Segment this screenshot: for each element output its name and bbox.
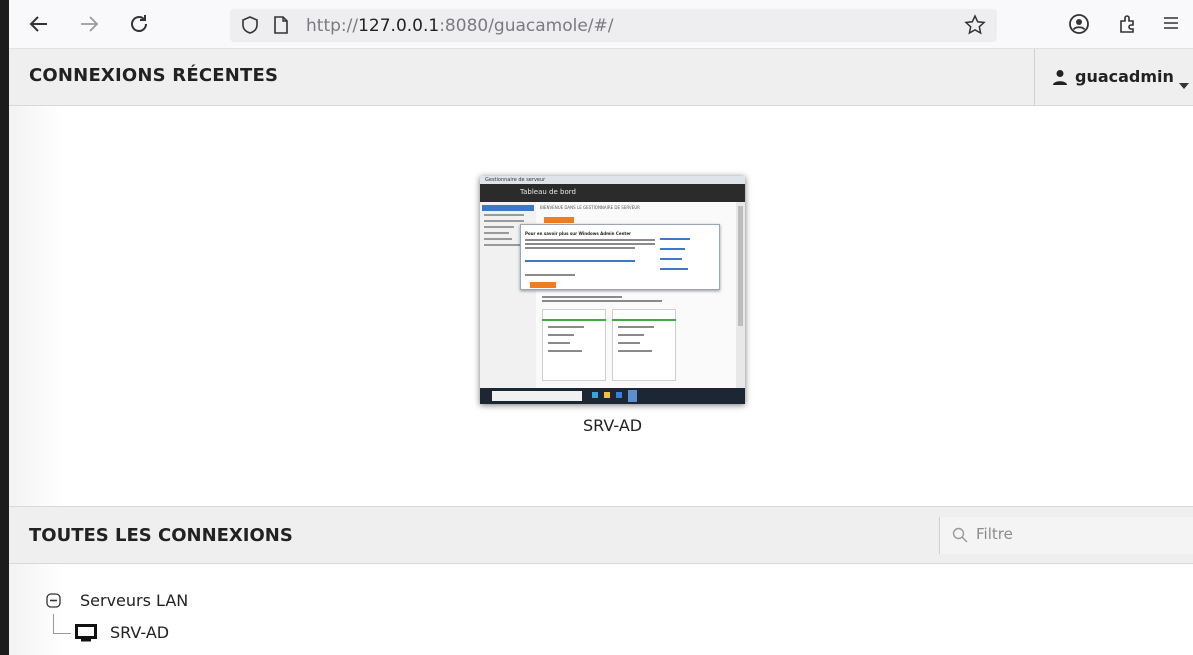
page-title: CONNEXIONS RÉCENTES: [29, 65, 279, 86]
remote-desktop-preview: Gestionnaire de serveur Tableau de bord …: [480, 176, 745, 404]
filter-input[interactable]: [976, 525, 1176, 543]
connection-name[interactable]: SRV-AD: [110, 623, 169, 642]
user-menu[interactable]: guacadmin: [1034, 49, 1193, 106]
browser-toolbar: http://127.0.0.1:8080/guacamole/#/: [9, 0, 1193, 49]
recent-connection-name[interactable]: SRV-AD: [583, 416, 642, 435]
url-text[interactable]: http://127.0.0.1:8080/guacamole/#/: [306, 16, 614, 36]
menu-icon[interactable]: [1159, 13, 1183, 37]
filter-box[interactable]: [939, 517, 1193, 554]
account-icon[interactable]: [1067, 13, 1091, 37]
preview-taskbar-search: [492, 391, 582, 401]
connection-item[interactable]: SRV-AD: [53, 620, 253, 644]
page-icon[interactable]: [272, 15, 290, 39]
user-icon: [1052, 69, 1068, 89]
back-icon[interactable]: [27, 13, 51, 37]
section-title: TOUTES LES CONNEXIONS: [29, 525, 293, 546]
address-bar[interactable]: http://127.0.0.1:8080/guacamole/#/: [230, 9, 997, 42]
recent-connections-header: CONNEXIONS RÉCENTES guacadmin: [9, 49, 1193, 106]
preview-dialog-title: Pour en savoir plus sur Windows Admin Ce…: [525, 231, 632, 236]
forward-icon[interactable]: [77, 13, 101, 37]
search-icon: [952, 527, 968, 547]
preview-window-title: Gestionnaire de serveur: [485, 177, 546, 183]
app-root: http://127.0.0.1:8080/guacamole/#/ CONNE…: [9, 0, 1193, 655]
preview-quick-start: [544, 217, 574, 223]
caret-down-icon[interactable]: [1179, 74, 1189, 93]
recent-connections-area: Gestionnaire de serveur Tableau de bord …: [9, 106, 1193, 506]
connection-tree: Serveurs LAN SRV-AD: [9, 564, 1193, 655]
shield-icon[interactable]: [240, 15, 260, 39]
recent-connection-thumbnail[interactable]: Gestionnaire de serveur Tableau de bord …: [478, 174, 748, 406]
desktop-icon: [75, 624, 97, 646]
group-name[interactable]: Serveurs LAN: [80, 591, 188, 610]
all-connections-header: TOUTES LES CONNEXIONS: [9, 506, 1193, 564]
collapse-icon[interactable]: [46, 593, 61, 612]
reload-icon[interactable]: [127, 13, 151, 37]
preview-welcome-text: BIENVENUE DANS LE GESTIONNAIRE DE SERVEU…: [540, 205, 640, 210]
preview-page-title: Tableau de bord: [520, 188, 576, 196]
left-window-edge: [0, 0, 9, 655]
extensions-icon[interactable]: [1116, 13, 1140, 37]
username[interactable]: guacadmin: [1075, 67, 1174, 86]
preview-sidebar-selected: [482, 205, 534, 211]
bookmark-star-icon[interactable]: [964, 14, 986, 40]
